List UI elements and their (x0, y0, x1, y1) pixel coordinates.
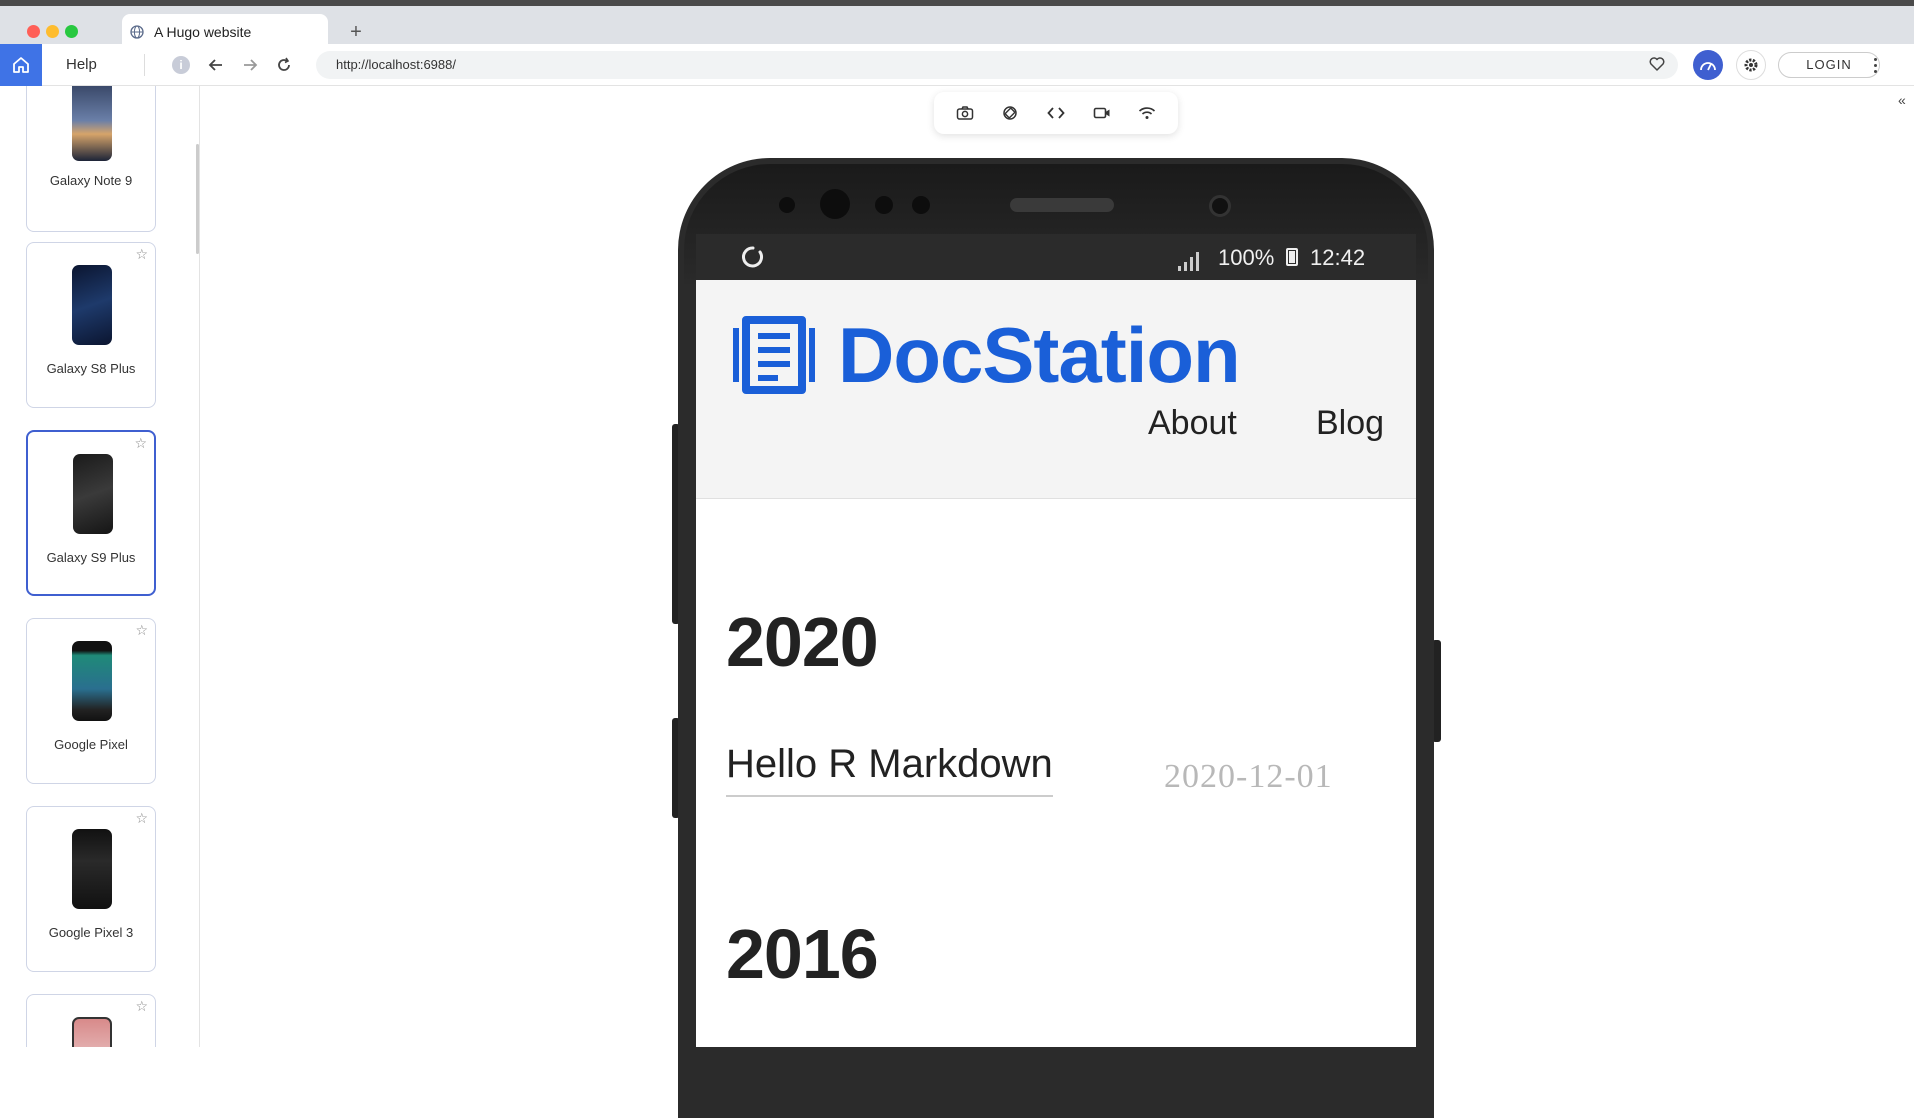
site-header: DocStation About Blog (696, 280, 1416, 499)
device-name: Galaxy Note 9 (49, 173, 133, 188)
tab-bar: A Hugo website + (0, 6, 1914, 50)
phone-speaker (1010, 198, 1114, 212)
code-button[interactable] (1041, 98, 1071, 128)
maximize-window-button[interactable] (65, 25, 78, 38)
back-button[interactable] (205, 54, 227, 76)
more-options-icon[interactable] (1874, 58, 1878, 76)
network-throttle-button[interactable] (1132, 98, 1162, 128)
device-card-galaxy-s8-plus[interactable]: ☆ Galaxy S8 Plus (26, 242, 156, 408)
favorite-star-icon[interactable]: ☆ (135, 998, 148, 1015)
favorite-star-icon[interactable]: ☆ (135, 246, 148, 263)
address-bar[interactable]: http://localhost:6988/ (316, 51, 1678, 79)
battery-icon (1286, 248, 1298, 266)
wifi-icon (1139, 107, 1156, 119)
signal-icon (1178, 252, 1199, 271)
phone-sensor (875, 196, 893, 214)
minimize-window-button[interactable] (46, 25, 59, 38)
code-icon (1047, 107, 1065, 119)
close-window-button[interactable] (27, 25, 40, 38)
device-name: Galaxy S9 Plus (46, 550, 136, 565)
post-link[interactable]: Hello R Markdown (726, 742, 1053, 797)
phone-clock: 12:42 (1310, 245, 1366, 270)
phone-status-bar: 100% 12:42 (696, 234, 1416, 280)
nav-blog-link[interactable]: Blog (1316, 404, 1384, 443)
tab-title: A Hugo website (154, 24, 252, 40)
home-icon (13, 57, 29, 73)
info-icon[interactable]: i (172, 56, 190, 74)
rotate-button[interactable] (995, 98, 1025, 128)
sidebar-scrollbar[interactable] (196, 144, 199, 254)
device-toolbar (934, 92, 1178, 134)
forward-button[interactable] (239, 54, 261, 76)
arrow-right-icon (244, 59, 258, 71)
year-heading-2016: 2016 (726, 915, 879, 993)
camera-icon (956, 106, 974, 120)
device-name: Google Pixel 3 (48, 925, 134, 940)
globe-icon (130, 25, 144, 39)
screenshot-button[interactable] (950, 98, 980, 128)
favorite-star-icon[interactable]: ☆ (135, 622, 148, 639)
toolbar-divider (144, 54, 145, 76)
document-logo-icon (733, 316, 815, 394)
phone-sensor (779, 197, 795, 213)
battery-percentage: 100% (1218, 245, 1275, 270)
record-video-button[interactable] (1087, 98, 1117, 128)
nav-about-link[interactable]: About (1148, 404, 1237, 443)
speedometer-icon (1700, 62, 1716, 71)
reload-icon (278, 57, 290, 71)
site-brand[interactable]: DocStation (838, 310, 1241, 401)
gear-icon (1744, 58, 1758, 72)
phone-iris-scanner (820, 189, 850, 219)
favorite-star-icon[interactable]: ☆ (135, 810, 148, 827)
new-tab-button[interactable]: + (346, 20, 366, 44)
video-icon (1093, 107, 1110, 119)
favorite-star-icon[interactable]: ☆ (134, 435, 147, 452)
device-card-google-pixel-3[interactable]: ☆ Google Pixel 3 (26, 806, 156, 972)
device-card-galaxy-s9-plus[interactable]: ☆ Galaxy S9 Plus (26, 430, 156, 596)
year-heading-2020: 2020 (726, 603, 879, 681)
phone-screen: DocStation About Blog 2020 Hello R Markd… (696, 280, 1416, 1047)
rotate-icon (1003, 106, 1018, 120)
heart-icon (1649, 57, 1665, 71)
home-button[interactable] (0, 44, 42, 86)
phone-sensor (912, 196, 930, 214)
device-sidebar: Galaxy Note 9 ☆ Galaxy S8 Plus ☆ Galaxy … (0, 86, 200, 1047)
bookmark-button[interactable] (1648, 55, 1666, 78)
settings-button[interactable] (1736, 50, 1766, 80)
device-thumbnail (72, 265, 112, 345)
url-text[interactable]: http://localhost:6988/ (336, 57, 456, 72)
device-card-google-pixel[interactable]: ☆ Google Pixel (26, 618, 156, 784)
post-date: 2020-12-01 (1164, 758, 1333, 795)
device-thumbnail (73, 454, 113, 534)
device-card-galaxy-note-9[interactable]: Galaxy Note 9 (26, 86, 156, 232)
device-card-partial[interactable]: ☆ (26, 994, 156, 1047)
sync-icon (742, 246, 763, 268)
device-thumbnail (72, 86, 112, 161)
collapse-panel-button[interactable]: « (1898, 92, 1906, 108)
reload-button[interactable] (273, 54, 295, 76)
device-thumbnail (72, 1017, 112, 1047)
help-menu[interactable]: Help (66, 56, 97, 73)
arrow-left-icon (208, 59, 222, 71)
login-button[interactable]: LOGIN (1778, 52, 1880, 78)
phone-front-camera (1209, 195, 1231, 217)
device-name: Google Pixel (54, 737, 128, 752)
performance-button[interactable] (1693, 50, 1723, 80)
device-thumbnail (72, 641, 112, 721)
device-thumbnail (72, 829, 112, 909)
device-name: Galaxy S8 Plus (46, 361, 136, 376)
browser-toolbar: Help i http://localhost:6988/ LOGIN (0, 44, 1914, 86)
